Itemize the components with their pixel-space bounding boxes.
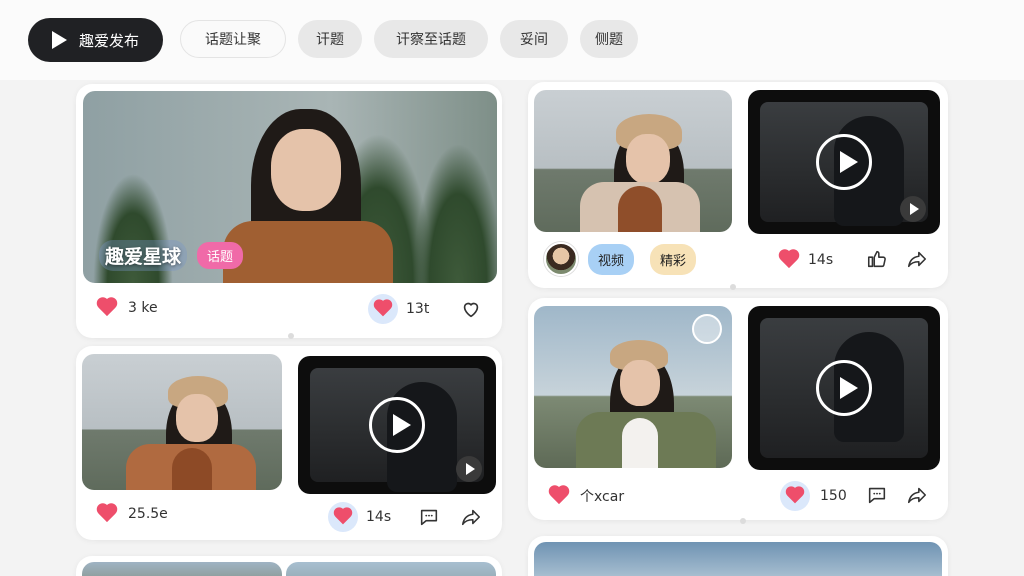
- like-count: 3 ke: [128, 300, 158, 316]
- post-photo[interactable]: [534, 306, 732, 468]
- comment-icon[interactable]: [418, 506, 440, 528]
- share-icon[interactable]: [906, 484, 928, 506]
- post-card-video-1[interactable]: 视频 精彩 14s: [528, 82, 948, 288]
- post-card-featured[interactable]: 趣爱星球 话题 3 ke 13t: [76, 84, 502, 338]
- avatar[interactable]: [544, 242, 578, 276]
- like-count: 14s: [808, 252, 834, 268]
- comment-count: 150: [820, 488, 847, 504]
- play-icon: [51, 31, 67, 49]
- like-count: 25.5e: [128, 506, 168, 522]
- post-photo[interactable]: [286, 562, 496, 576]
- play-icon[interactable]: [369, 397, 425, 453]
- share-icon[interactable]: [906, 248, 928, 270]
- post-photo[interactable]: [534, 542, 942, 576]
- publish-button[interactable]: 趣爱发布: [28, 18, 163, 62]
- refresh-icon[interactable]: [692, 314, 722, 344]
- heart-icon[interactable]: [368, 294, 398, 324]
- play-icon[interactable]: [900, 196, 926, 222]
- tab-space[interactable]: 妥间: [500, 20, 568, 58]
- heart-icon[interactable]: [96, 504, 118, 524]
- heart-icon[interactable]: [96, 298, 118, 318]
- featured-title: 趣爱星球: [99, 240, 188, 271]
- comment-count: 14s: [366, 509, 392, 525]
- play-icon[interactable]: [816, 360, 872, 416]
- featured-tag[interactable]: 话题: [197, 242, 244, 269]
- tab-topic[interactable]: 讦题: [298, 20, 362, 58]
- top-bar: 趣爱发布 话题让聚 讦题 讦察至话题 妥间 侧题: [0, 0, 1024, 80]
- video-thumbnail[interactable]: [748, 306, 940, 470]
- tag-chip[interactable]: 精彩: [650, 244, 697, 275]
- tag-chip[interactable]: 视频: [588, 244, 635, 275]
- post-photo[interactable]: [82, 354, 282, 490]
- post-card-partial[interactable]: [528, 536, 948, 576]
- tab-observe-topic[interactable]: 讦察至话题: [374, 20, 488, 58]
- like-count: 个xcar: [580, 489, 625, 505]
- post-photo[interactable]: [534, 90, 732, 232]
- play-icon[interactable]: [816, 134, 872, 190]
- heart-outline-icon[interactable]: [460, 298, 482, 320]
- thumbs-up-icon[interactable]: [866, 248, 888, 270]
- post-photo[interactable]: [82, 562, 282, 576]
- heart-icon[interactable]: [780, 481, 810, 511]
- tab-side[interactable]: 侧题: [580, 20, 638, 58]
- play-icon[interactable]: [456, 456, 482, 482]
- heart-icon[interactable]: [778, 250, 800, 270]
- post-card-video-3[interactable]: 个xcar 150: [528, 298, 948, 520]
- tab-topic-gather[interactable]: 话题让聚: [180, 20, 286, 58]
- featured-photo[interactable]: 趣爱星球 话题: [83, 91, 497, 283]
- video-thumbnail[interactable]: [748, 90, 940, 234]
- heart-icon[interactable]: [328, 502, 358, 532]
- post-card-video-2[interactable]: 25.5e 14s: [76, 346, 502, 540]
- post-card-partial[interactable]: [76, 556, 502, 576]
- comment-count: 13t: [406, 301, 430, 317]
- share-icon[interactable]: [460, 506, 482, 528]
- comment-icon[interactable]: [866, 484, 888, 506]
- publish-button-label: 趣爱发布: [78, 31, 139, 50]
- heart-icon[interactable]: [548, 486, 570, 506]
- video-thumbnail[interactable]: [298, 356, 496, 494]
